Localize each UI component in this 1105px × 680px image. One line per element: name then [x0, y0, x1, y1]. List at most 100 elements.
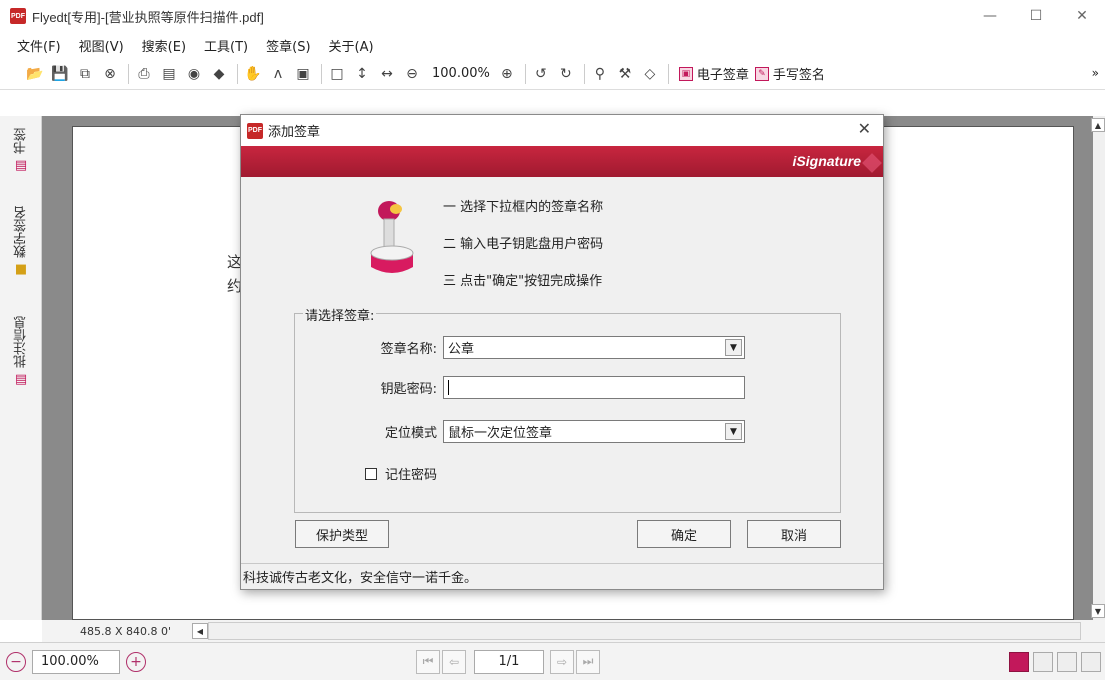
password-input[interactable] — [443, 376, 745, 399]
status-zoom-input[interactable]: 100.00% — [32, 649, 120, 674]
remember-password-row[interactable]: 记住密码 — [365, 464, 437, 483]
cancel-button[interactable]: 取消 — [747, 520, 841, 548]
find-icon[interactable]: ◆ — [208, 63, 230, 85]
handwrite-label: 手写签名 — [772, 68, 825, 83]
statusbar: − 100.00% + ⏮ ⇦ 1/1 ⇨ ⏭ — [0, 642, 1105, 680]
instruction-step: 一 选择下拉框内的签章名称 — [443, 200, 604, 215]
ok-button[interactable]: 确定 — [637, 520, 731, 548]
dialog-titlebar: PDF 添加签章 ✕ — [241, 115, 883, 146]
window-titlebar: PDF Flyedt[专用]-[营业执照等原件扫描件.pdf] — ☐ ✕ — [0, 0, 1105, 32]
prev-page-icon[interactable]: ⇦ — [442, 649, 466, 674]
password-label: 钥匙密码: — [380, 382, 437, 397]
print-icon[interactable]: ⎙ — [133, 63, 155, 85]
scroll-down-icon[interactable]: ▼ — [1091, 604, 1105, 618]
esign-button[interactable]: ▣ 电子签章 — [678, 64, 749, 83]
first-page-icon[interactable]: ⏮ — [416, 649, 440, 674]
menu-file[interactable]: 文件(F) — [8, 36, 70, 55]
menubar: 文件(F) 视图(V) 搜索(E) 工具(T) 签章(S) 关于(A) — [0, 32, 1105, 58]
seal-name-select[interactable]: 公章 ▼ — [443, 336, 745, 359]
remember-password-label: 记住密码 — [385, 468, 438, 483]
signature-groupbox: 请选择签章: 签章名称: 公章 ▼ 钥匙密码: 定位模式 鼠标一次定位签章 ▼ … — [294, 305, 841, 513]
continuous-facing-view-icon[interactable] — [1081, 651, 1101, 672]
continuous-view-icon[interactable] — [1033, 651, 1053, 672]
scroll-up-icon[interactable]: ▲ — [1091, 118, 1105, 132]
toolbar-divider — [128, 63, 129, 84]
position-mode-label: 定位模式 — [384, 426, 437, 441]
toolbar-overflow-button[interactable]: » — [1092, 66, 1099, 80]
tools-icon[interactable]: ⚒ — [614, 63, 636, 85]
position-mode-row: 定位模式 鼠标一次定位签章 ▼ — [295, 420, 745, 443]
tab-bookmarks-label: 书签 — [13, 128, 29, 154]
remember-password-checkbox[interactable] — [365, 467, 377, 480]
minimize-button[interactable]: — — [967, 0, 1013, 32]
protect-type-button[interactable]: 保护类型 — [295, 520, 389, 548]
scroll-left-icon[interactable]: ◀ — [192, 623, 208, 639]
facing-view-icon[interactable] — [1057, 651, 1077, 672]
handwrite-button[interactable]: ✎ 手写签名 — [754, 64, 825, 83]
close-window-button[interactable]: ✕ — [1059, 0, 1105, 32]
save-icon[interactable]: 💾 — [49, 63, 71, 85]
actual-size-icon[interactable]: □ — [326, 63, 348, 85]
status-zoom-out-icon[interactable]: − — [6, 651, 26, 672]
snapshot-icon[interactable]: ▣ — [292, 63, 314, 85]
binoculars-icon[interactable]: ◉ — [183, 63, 205, 85]
comment-icon: ▤ — [14, 372, 28, 387]
properties-icon[interactable]: ▤ — [158, 63, 180, 85]
instruction-step: 二 输入电子钥匙盘用户密码 — [443, 237, 604, 252]
zoom-out-icon[interactable]: ⊖ — [401, 63, 423, 85]
lock-icon: ■ — [14, 262, 28, 277]
window-controls: — ☐ ✕ — [967, 0, 1105, 32]
instruction-step: 三 点击"确定"按钮完成操作 — [443, 274, 603, 289]
single-page-view-icon[interactable] — [1009, 651, 1029, 672]
horizontal-scroll-row: 485.8 X 840.8 0' ◀ — [42, 620, 1105, 642]
erase-icon[interactable]: ◇ — [639, 63, 661, 85]
menu-tools[interactable]: 工具(T) — [195, 36, 257, 55]
fit-width-icon[interactable]: ↔ — [376, 63, 398, 85]
tab-digital-signature[interactable]: 数字签名 ■ — [8, 206, 34, 277]
menu-view[interactable]: 视图(V) — [70, 36, 133, 55]
maximize-button[interactable]: ☐ — [1013, 0, 1059, 32]
rotate-right-icon[interactable]: ↻ — [555, 63, 577, 85]
status-zoom-in-icon[interactable]: + — [126, 651, 146, 672]
tab-bookmarks[interactable]: 书签 ▤ — [8, 128, 34, 173]
dropdown-arrow-icon[interactable]: ▼ — [725, 339, 742, 356]
page-size-readout: 485.8 X 840.8 0' — [80, 624, 172, 638]
dialog-close-button[interactable]: ✕ — [858, 119, 871, 138]
password-row: 钥匙密码: — [295, 376, 745, 399]
instruction-list: 一 选择下拉框内的签章名称 二 输入电子钥匙盘用户密码 三 点击"确定"按钮完成… — [443, 197, 603, 308]
rotate-left-icon[interactable]: ↺ — [530, 63, 552, 85]
toolbar-divider — [237, 63, 238, 84]
text-caret — [448, 380, 449, 395]
menu-search[interactable]: 搜索(E) — [133, 36, 195, 55]
copy-icon[interactable]: ⧉ — [74, 63, 96, 85]
position-mode-select[interactable]: 鼠标一次定位签章 ▼ — [443, 420, 745, 443]
zoom-in-icon[interactable]: ⊕ — [496, 63, 518, 85]
open-folder-icon[interactable]: 📂 — [24, 63, 46, 85]
text-select-icon[interactable]: ᴧ — [267, 63, 289, 85]
toolbar-divider — [524, 63, 526, 84]
groupbox-title: 请选择签章: — [303, 305, 377, 324]
dialog-banner: iSignature — [241, 146, 883, 177]
bookmark-icon: ▤ — [14, 158, 28, 173]
page-number-input[interactable]: 1/1 — [474, 649, 544, 674]
menu-signature[interactable]: 签章(S) — [257, 36, 319, 55]
toolbar-zoom-value[interactable]: 100.00% — [426, 66, 496, 81]
toolbar-divider — [667, 63, 669, 84]
tab-annotations-label: 批注信息 — [13, 316, 29, 368]
position-mode-value: 鼠标一次定位签章 — [448, 426, 553, 441]
last-page-icon[interactable]: ⏭ — [576, 649, 600, 674]
dropdown-arrow-icon[interactable]: ▼ — [725, 423, 742, 440]
hand-tool-icon[interactable]: ✋ — [242, 63, 264, 85]
brand-mark-icon — [862, 153, 882, 173]
app-icon: PDF — [10, 8, 26, 24]
tab-annotations[interactable]: 批注信息 ▤ — [8, 316, 34, 387]
toolbar: 📂 💾 ⧉ ⊗ ⎙ ▤ ◉ ◆ ✋ ᴧ ▣ □ ↕ ↔ ⊖ 100.00% ⊕ … — [0, 58, 1105, 90]
vertical-scrollbar[interactable]: ▲ ▼ — [1091, 116, 1105, 620]
menu-about[interactable]: 关于(A) — [320, 36, 383, 55]
magnifier-icon[interactable]: ⚲ — [589, 63, 611, 85]
close-doc-icon[interactable]: ⊗ — [99, 63, 121, 85]
fit-page-icon[interactable]: ↕ — [351, 63, 373, 85]
horizontal-scrollbar[interactable] — [208, 622, 1081, 640]
side-panel: 书签 ▤ 数字签名 ■ 批注信息 ▤ — [0, 116, 42, 620]
next-page-icon[interactable]: ⇨ — [550, 649, 574, 674]
